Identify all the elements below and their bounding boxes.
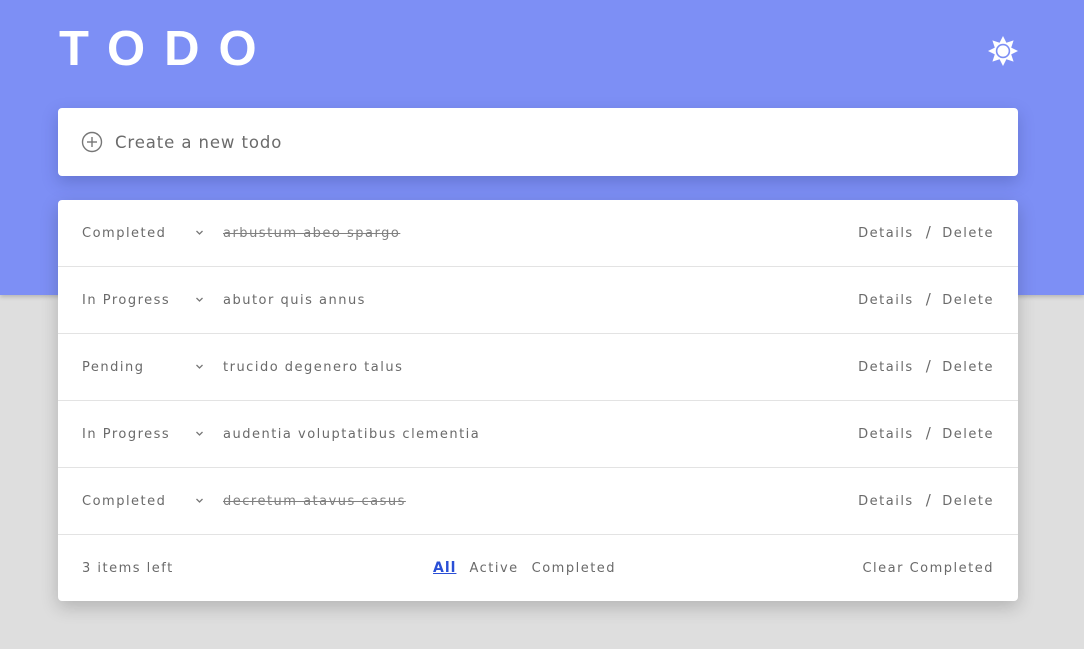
details-link[interactable]: Details (858, 360, 914, 375)
todo-row: Completed arbustum abeo spargo Details / Del… (58, 200, 1018, 267)
action-separator: / (925, 491, 933, 509)
status-select[interactable]: Pending (82, 334, 207, 400)
details-link[interactable]: Details (858, 427, 914, 442)
delete-link[interactable]: Delete (942, 293, 994, 308)
todo-text[interactable]: arbustum abeo spargo (223, 200, 400, 266)
plus-circle-icon[interactable] (81, 131, 103, 153)
action-separator: / (925, 424, 933, 442)
delete-link[interactable]: Delete (942, 427, 994, 442)
theme-toggle-button[interactable] (986, 34, 1020, 68)
todo-row: In Progress audentia voluptatibus clement… (58, 401, 1018, 468)
details-link[interactable]: Details (858, 494, 914, 509)
filter-completed[interactable]: Completed (532, 561, 616, 576)
todo-row: Completed decretum atavus casus Details / De… (58, 468, 1018, 535)
sun-icon (988, 36, 1018, 66)
status-label: In Progress (82, 292, 171, 308)
details-link[interactable]: Details (858, 293, 914, 308)
app-title: TODO (59, 22, 276, 76)
status-label: Completed (82, 493, 167, 509)
items-left-count: 3 items left (82, 560, 174, 576)
status-select[interactable]: Completed (82, 468, 207, 534)
status-select[interactable]: In Progress (82, 401, 207, 467)
status-select[interactable]: Completed (82, 200, 207, 266)
chevron-down-icon (196, 364, 203, 369)
action-separator: / (925, 290, 933, 308)
new-todo-input[interactable] (115, 132, 965, 152)
row-actions: Details / Delete (858, 334, 994, 400)
delete-link[interactable]: Delete (942, 494, 994, 509)
todo-text[interactable]: abutor quis annus (223, 267, 366, 333)
status-select[interactable]: In Progress (82, 267, 207, 333)
todo-text[interactable]: decretum atavus casus (223, 468, 406, 534)
details-link[interactable]: Details (858, 226, 914, 241)
todo-list: Completed arbustum abeo spargo Details / Del… (58, 200, 1018, 535)
row-actions: Details / Delete (858, 401, 994, 467)
chevron-down-icon (196, 230, 203, 235)
delete-link[interactable]: Delete (942, 360, 994, 375)
chevron-down-icon (196, 297, 203, 302)
action-separator: / (925, 357, 933, 375)
delete-link[interactable]: Delete (942, 226, 994, 241)
todo-row: Pending trucido degenero talus Details / Del… (58, 334, 1018, 401)
chevron-down-icon (196, 498, 203, 503)
row-actions: Details / Delete (858, 200, 994, 266)
action-separator: / (925, 223, 933, 241)
create-todo-box (58, 108, 1018, 176)
filter-group: All Active Completed (433, 535, 629, 601)
status-label: In Progress (82, 426, 171, 442)
todo-list-panel: Completed arbustum abeo spargo Details / Del… (58, 200, 1018, 601)
filter-all[interactable]: All (433, 560, 456, 576)
status-label: Pending (82, 359, 145, 375)
row-actions: Details / Delete (858, 468, 994, 534)
todo-text[interactable]: trucido degenero talus (223, 334, 403, 400)
todo-text[interactable]: audentia voluptatibus clementia (223, 401, 480, 467)
row-actions: Details / Delete (858, 267, 994, 333)
todo-row: In Progress abutor quis annus Details / Dele… (58, 267, 1018, 334)
list-footer: 3 items left All Active Completed Clear … (58, 535, 1018, 601)
chevron-down-icon (196, 431, 203, 436)
clear-completed-button[interactable]: Clear Completed (862, 535, 994, 601)
status-label: Completed (82, 225, 167, 241)
filter-active[interactable]: Active (469, 561, 518, 576)
